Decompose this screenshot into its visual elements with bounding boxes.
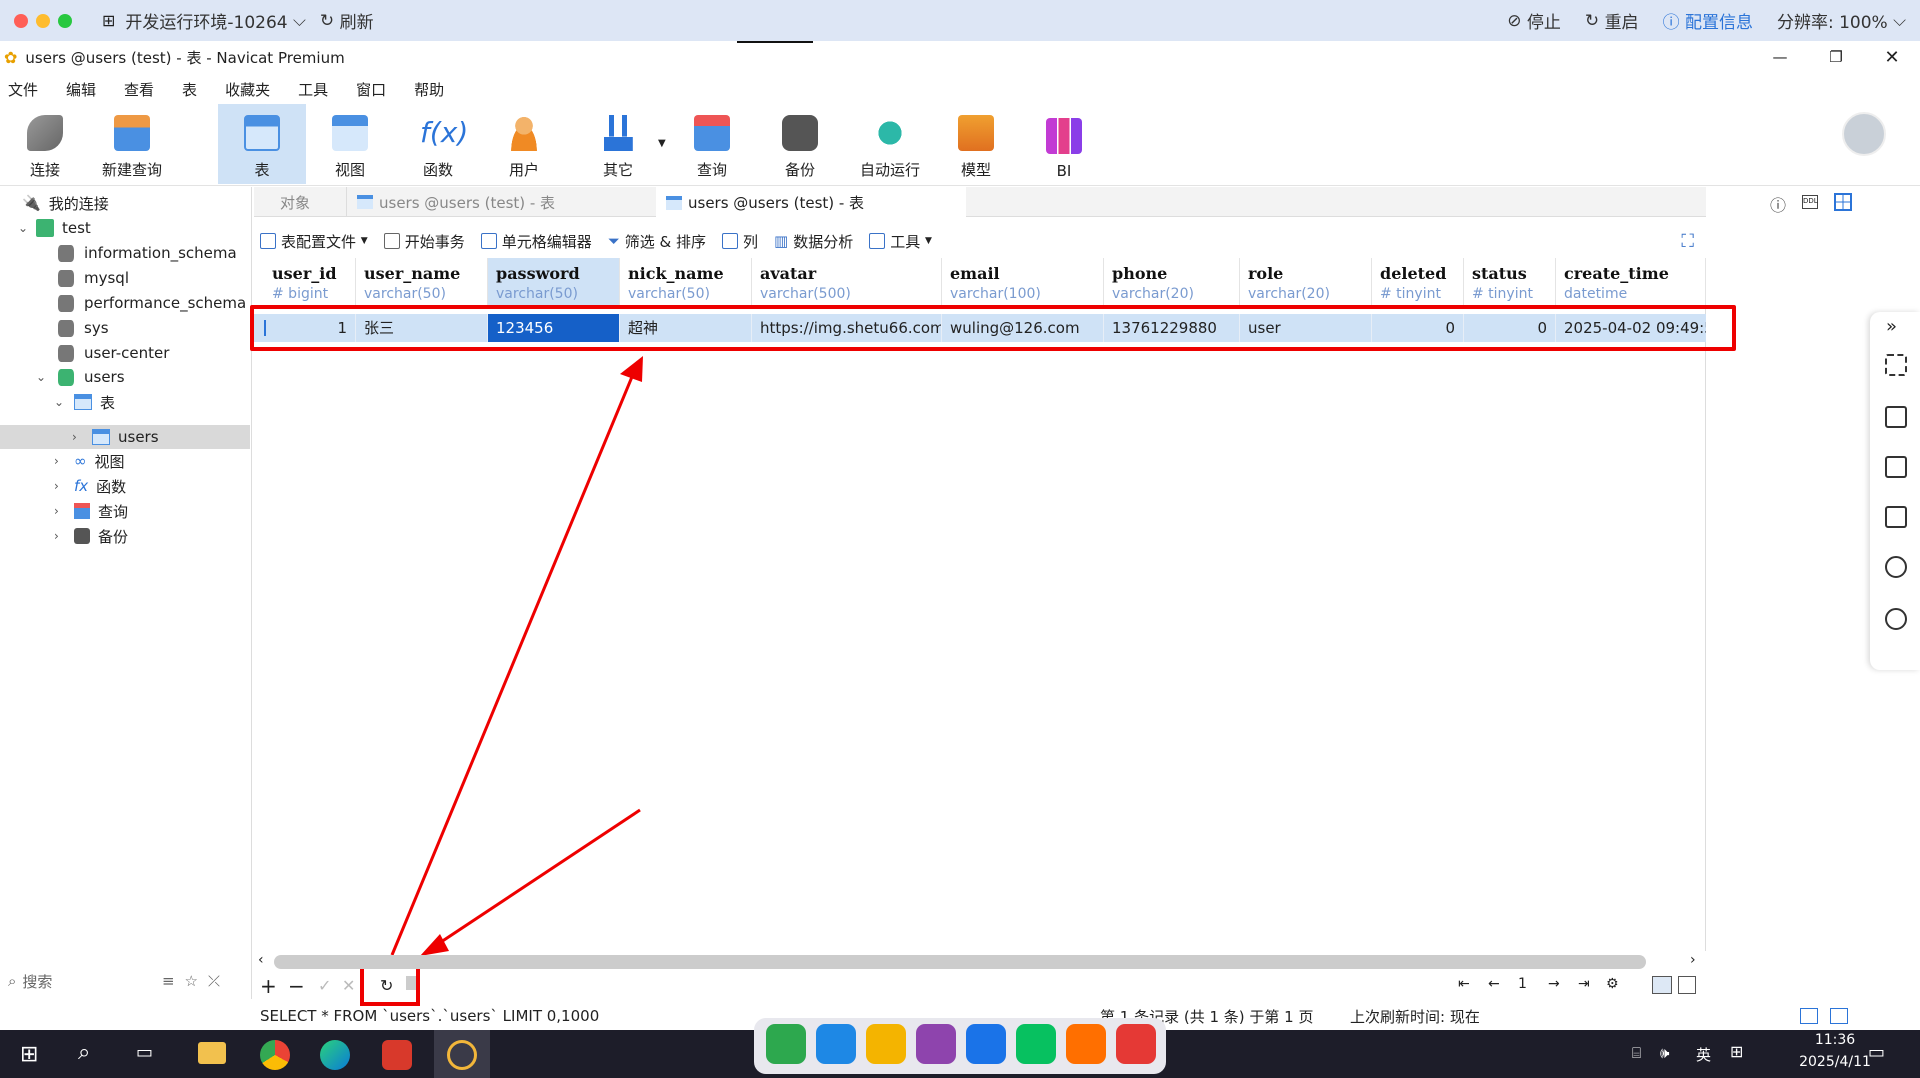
dock-settings-icon[interactable] [1066,1024,1106,1064]
app-icon[interactable] [382,1040,412,1070]
start-icon[interactable]: ⊞ [20,1042,38,1067]
task-view-icon[interactable]: ▭ [136,1042,153,1063]
remote-side-rail: » [1870,312,1920,670]
arrow-line-up [390,371,636,956]
clock-date[interactable]: 2025/4/11 [1790,1054,1880,1070]
refresh-data-icon[interactable]: ↻ [380,976,393,995]
grid-mode-icon[interactable] [1652,976,1672,994]
keyboard-icon[interactable]: ⊞ [1730,1042,1743,1061]
panel-left-icon[interactable] [1800,1008,1818,1024]
ime-indicator[interactable]: 英 [1696,1044,1711,1065]
dock-ai-icon[interactable] [966,1024,1006,1064]
apply-icon[interactable]: ✓ [318,976,331,995]
delete-record-icon[interactable]: − [288,974,305,998]
navicat-icon [447,1040,477,1070]
arrow-line-down [437,808,641,946]
window-icon[interactable] [1885,456,1907,478]
clock-time[interactable]: 11:36 [1790,1032,1880,1048]
horizontal-scrollbar[interactable]: ‹ › [254,952,1706,972]
grid-bottom-toolbar: + − ✓ ✕ ↻ ⇤ ← 1 → ⇥ ⚙ [254,974,1706,1000]
prev-page-icon[interactable]: ← [1488,976,1500,992]
dock-app-3-icon[interactable] [866,1024,906,1064]
power-icon[interactable] [1885,556,1907,578]
page-number[interactable]: 1 [1518,976,1527,992]
add-record-icon[interactable]: + [260,974,277,998]
dock-app-1-icon[interactable] [766,1024,806,1064]
hide-icon[interactable] [1885,608,1907,630]
navicat-taskbar-item[interactable] [434,1030,490,1078]
taskbar: ⊞ ⌕ ▭ ⌸ 🕪 英 ⊞ 11:36 2025/4/11 ▭ [0,1018,1920,1078]
panel-right-icon[interactable] [1830,1008,1848,1024]
fit-screen-icon[interactable] [1885,354,1907,376]
edge-icon[interactable] [320,1040,350,1070]
copy-icon[interactable] [1885,506,1907,528]
annotation-arrows [360,356,643,1006]
scroll-right-icon[interactable]: › [1690,952,1696,968]
dock-app-2-icon[interactable] [816,1024,856,1064]
last-refresh: 上次刷新时间: 现在 [1350,1007,1480,1026]
scroll-left-icon[interactable]: ‹ [258,952,264,968]
last-page-icon[interactable]: ⇥ [1578,976,1590,992]
arrow-head-up [620,356,643,382]
scroll-thumb[interactable] [274,955,1646,969]
discard-icon[interactable]: ✕ [342,976,355,995]
stop-icon[interactable] [406,976,416,990]
search-icon[interactable]: ⌕ [78,1040,90,1065]
network-icon[interactable]: ⌸ [1632,1044,1641,1062]
notification-icon[interactable]: ▭ [1868,1042,1885,1063]
layout-icon[interactable] [1885,406,1907,428]
chrome-icon[interactable] [260,1040,290,1070]
file-explorer-icon[interactable] [198,1042,226,1064]
settings-icon[interactable]: ⚙ [1606,976,1619,992]
collapse-rail-icon[interactable]: » [1886,316,1897,337]
next-page-icon[interactable]: → [1548,976,1560,992]
first-page-icon[interactable]: ⇤ [1458,976,1470,992]
dock-chat-icon[interactable] [1016,1024,1056,1064]
volume-icon[interactable]: 🕪 [1660,1044,1669,1062]
form-mode-icon[interactable] [1678,976,1696,994]
dock-power-icon[interactable] [1116,1024,1156,1064]
dock-app-4-icon[interactable] [916,1024,956,1064]
